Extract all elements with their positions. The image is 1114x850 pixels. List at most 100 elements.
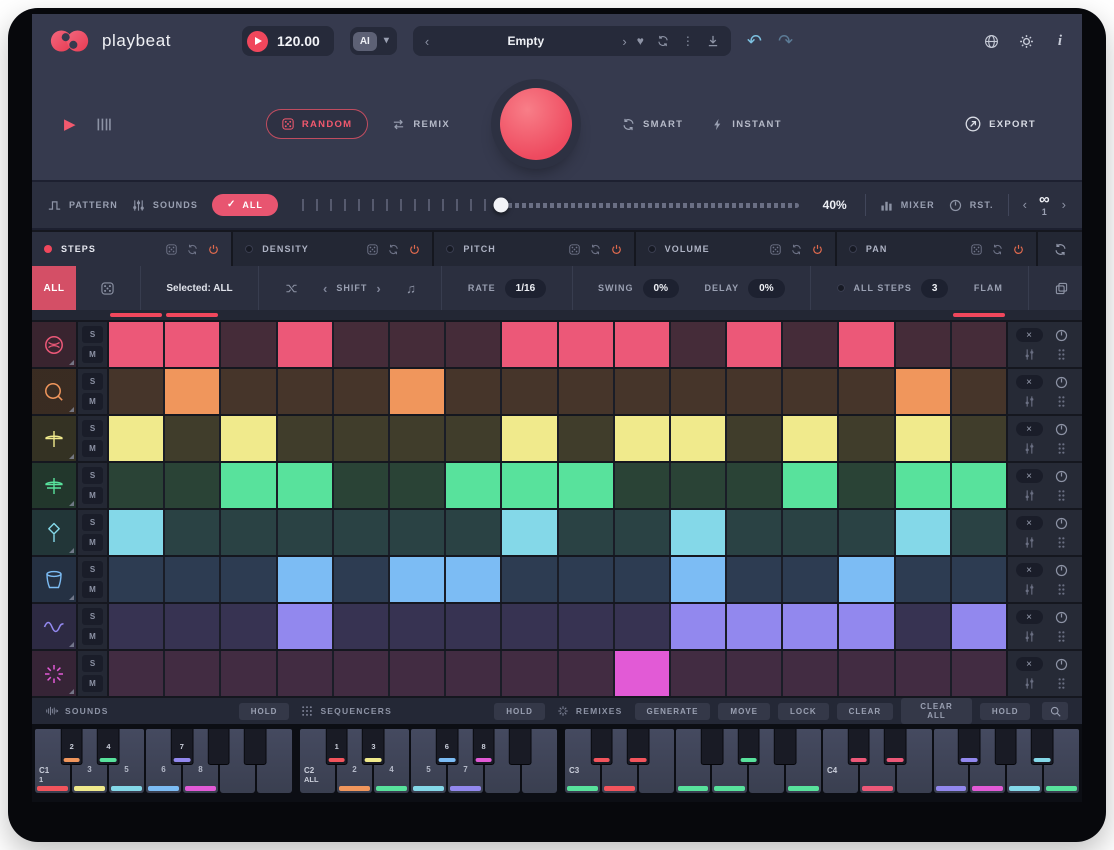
step-cell-2-3[interactable] bbox=[221, 369, 275, 414]
step-cell-6-13[interactable] bbox=[783, 557, 837, 602]
tab-steps[interactable]: STEPS bbox=[32, 232, 231, 266]
zoom-button[interactable] bbox=[1042, 702, 1068, 720]
step-cell-1-15[interactable] bbox=[896, 322, 950, 367]
track-7-instrument-button[interactable] bbox=[32, 604, 76, 649]
step-cell-6-15[interactable] bbox=[896, 557, 950, 602]
track-6-instrument-button[interactable] bbox=[32, 557, 76, 602]
volume-enable-dot[interactable] bbox=[648, 245, 656, 253]
knob-icon[interactable] bbox=[1055, 611, 1068, 624]
step-cell-2-12[interactable] bbox=[727, 369, 781, 414]
step-cell-5-9[interactable] bbox=[559, 510, 613, 555]
step-cell-3-10[interactable] bbox=[615, 416, 669, 461]
step-cell-5-3[interactable] bbox=[221, 510, 275, 555]
piano-black-key[interactable] bbox=[994, 729, 1017, 765]
generate-button[interactable]: GENERATE bbox=[635, 703, 711, 720]
step-cell-4-7[interactable] bbox=[446, 463, 500, 508]
step-cell-7-3[interactable] bbox=[221, 604, 275, 649]
smart-button[interactable]: SMART bbox=[622, 118, 683, 131]
step-cell-1-3[interactable] bbox=[221, 322, 275, 367]
step-cell-8-9[interactable] bbox=[559, 651, 613, 696]
track-3-solo-button[interactable]: S bbox=[82, 420, 103, 437]
step-cell-1-2[interactable] bbox=[165, 322, 219, 367]
step-cell-2-2[interactable] bbox=[165, 369, 219, 414]
power-icon[interactable] bbox=[611, 244, 622, 255]
step-cell-4-12[interactable] bbox=[727, 463, 781, 508]
track-1-mute-button[interactable]: M bbox=[82, 346, 103, 363]
step-cell-1-7[interactable] bbox=[446, 322, 500, 367]
track-clear-button[interactable]: × bbox=[1016, 563, 1043, 577]
step-cell-5-12[interactable] bbox=[727, 510, 781, 555]
info-icon[interactable]: i bbox=[1054, 33, 1066, 50]
drag-handle-icon[interactable] bbox=[1055, 536, 1068, 549]
globe-icon[interactable] bbox=[984, 34, 999, 49]
track-clear-button[interactable]: × bbox=[1016, 516, 1043, 530]
step-cell-6-4[interactable] bbox=[278, 557, 332, 602]
step-cell-2-1[interactable] bbox=[109, 369, 163, 414]
clear-button[interactable]: CLEAR bbox=[837, 703, 894, 720]
step-cell-5-14[interactable] bbox=[839, 510, 893, 555]
expand-corner-icon[interactable] bbox=[69, 548, 74, 553]
cycle-icon[interactable] bbox=[590, 244, 601, 255]
step-cell-2-8[interactable] bbox=[502, 369, 556, 414]
step-cell-5-15[interactable] bbox=[896, 510, 950, 555]
step-cell-8-2[interactable] bbox=[165, 651, 219, 696]
step-cell-8-1[interactable] bbox=[109, 651, 163, 696]
sliders-icon[interactable] bbox=[1023, 677, 1036, 690]
step-cell-5-8[interactable] bbox=[502, 510, 556, 555]
sliders-icon[interactable] bbox=[1023, 630, 1036, 643]
step-cell-2-13[interactable] bbox=[783, 369, 837, 414]
flam-button[interactable]: FLAM bbox=[974, 283, 1003, 293]
tab-pan[interactable]: PAN bbox=[837, 232, 1036, 266]
knob-icon[interactable] bbox=[1055, 564, 1068, 577]
step-cell-6-10[interactable] bbox=[615, 557, 669, 602]
power-icon[interactable] bbox=[1013, 244, 1024, 255]
drag-handle-icon[interactable] bbox=[1055, 489, 1068, 502]
preview-play-button[interactable]: ▶ bbox=[64, 117, 76, 132]
step-cell-5-16[interactable] bbox=[952, 510, 1006, 555]
tab-volume[interactable]: VOLUME bbox=[636, 232, 835, 266]
preset-next-button[interactable]: › bbox=[622, 35, 626, 48]
dice-icon[interactable] bbox=[770, 244, 781, 255]
sliders-icon[interactable] bbox=[1023, 536, 1036, 549]
step-cell-8-7[interactable] bbox=[446, 651, 500, 696]
step-cell-4-15[interactable] bbox=[896, 463, 950, 508]
step-cell-8-3[interactable] bbox=[221, 651, 275, 696]
drag-handle-icon[interactable] bbox=[1055, 583, 1068, 596]
step-cell-1-12[interactable] bbox=[727, 322, 781, 367]
track-clear-button[interactable]: × bbox=[1016, 422, 1043, 436]
track-4-solo-button[interactable]: S bbox=[82, 467, 103, 484]
tab-density[interactable]: DENSITY bbox=[233, 232, 432, 266]
move-button[interactable]: MOVE bbox=[718, 703, 770, 720]
step-cell-3-1[interactable] bbox=[109, 416, 163, 461]
step-cell-5-7[interactable] bbox=[446, 510, 500, 555]
dice-icon[interactable] bbox=[166, 244, 177, 255]
knob-icon[interactable] bbox=[1055, 658, 1068, 671]
bpm-control[interactable]: 120.00 bbox=[242, 26, 334, 56]
step-cell-8-6[interactable] bbox=[390, 651, 444, 696]
piano-black-key[interactable] bbox=[1031, 729, 1054, 765]
track-3-instrument-button[interactable] bbox=[32, 416, 76, 461]
save-preset-icon[interactable] bbox=[707, 35, 719, 47]
sounds-hold-button[interactable]: HOLD bbox=[239, 703, 290, 720]
steps-enable-dot[interactable] bbox=[44, 245, 52, 253]
step-cell-8-4[interactable] bbox=[278, 651, 332, 696]
step-cell-2-15[interactable] bbox=[896, 369, 950, 414]
step-cell-3-6[interactable] bbox=[390, 416, 444, 461]
sliders-icon[interactable] bbox=[1023, 583, 1036, 596]
play-button[interactable] bbox=[247, 31, 268, 52]
piano-roll-icon[interactable] bbox=[96, 117, 111, 132]
track-4-mute-button[interactable]: M bbox=[82, 487, 103, 504]
step-cell-2-6[interactable] bbox=[390, 369, 444, 414]
hold-button[interactable]: HOLD bbox=[980, 703, 1031, 720]
step-cell-8-16[interactable] bbox=[952, 651, 1006, 696]
step-cell-8-12[interactable] bbox=[727, 651, 781, 696]
step-cell-7-16[interactable] bbox=[952, 604, 1006, 649]
track-8-instrument-button[interactable] bbox=[32, 651, 76, 696]
knob-icon[interactable] bbox=[1055, 376, 1068, 389]
preset-prev-button[interactable]: ‹ bbox=[425, 35, 429, 48]
track-clear-button[interactable]: × bbox=[1016, 657, 1043, 671]
step-cell-4-11[interactable] bbox=[671, 463, 725, 508]
step-cell-7-7[interactable] bbox=[446, 604, 500, 649]
step-cell-6-1[interactable] bbox=[109, 557, 163, 602]
step-cell-8-15[interactable] bbox=[896, 651, 950, 696]
